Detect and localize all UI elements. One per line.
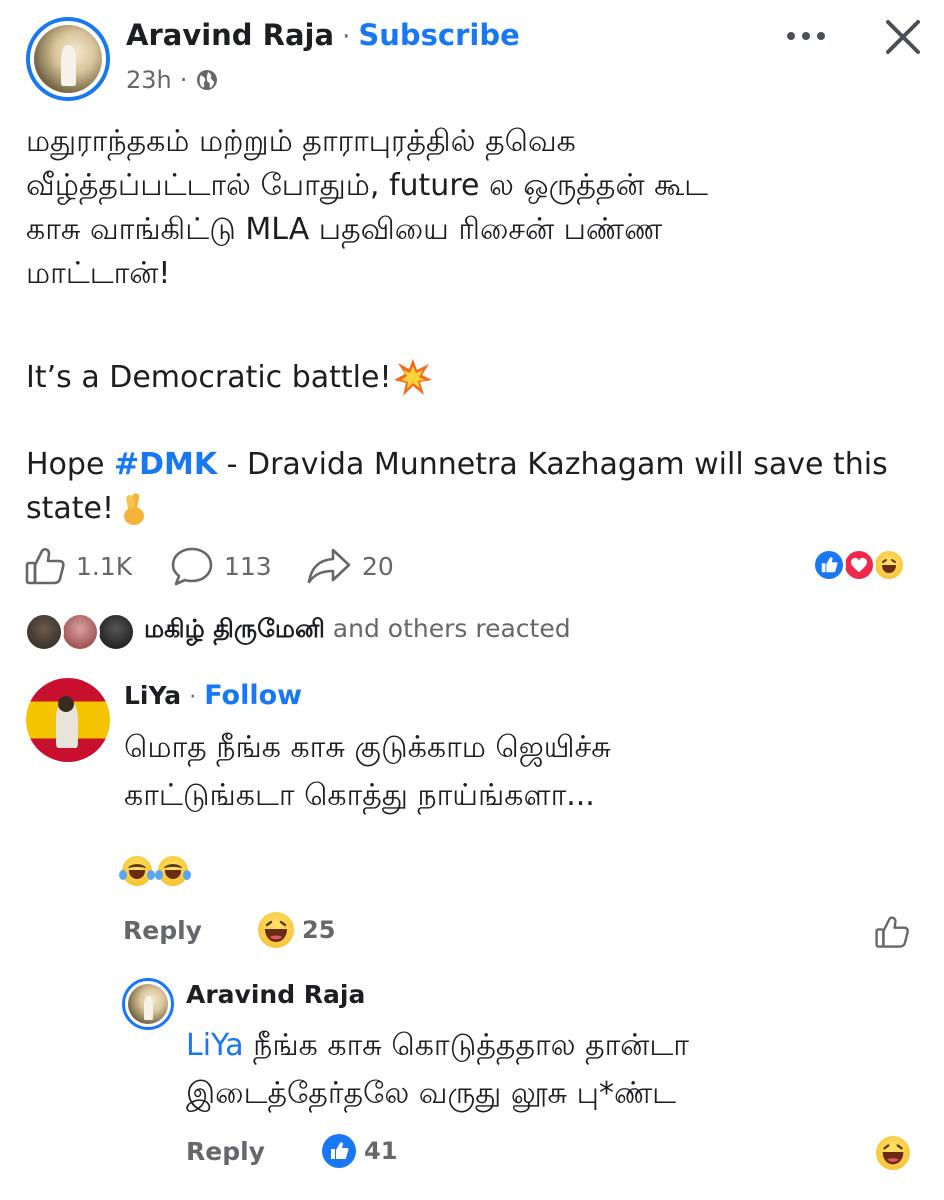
post-time[interactable]: 23h	[126, 66, 172, 94]
reactor-avatar	[24, 612, 64, 652]
post-line-1: மதுராந்தகம் மற்றும் தாராபுரத்தில் தவெக	[26, 124, 576, 159]
tears-of-joy-icon	[155, 856, 191, 886]
reaction-summary[interactable]	[812, 546, 922, 586]
reply-line-1: நீங்க காசு கொடுத்ததால தான்டா	[243, 1028, 689, 1063]
post-text: மதுராந்தகம் மற்றும் தாராபுரத்தில் தவெக வ…	[26, 120, 906, 296]
header-separator: ·	[342, 22, 351, 52]
like-reaction-icon	[322, 1134, 356, 1168]
reply-author-avatar[interactable]	[122, 978, 174, 1030]
hope-line-2: state!	[26, 491, 115, 526]
comment-action[interactable]: 113	[170, 546, 272, 586]
commenter-name[interactable]: LiYa	[124, 681, 181, 710]
crossed-fingers-icon	[118, 491, 150, 527]
reacted-avatars[interactable]	[24, 610, 140, 656]
battle-line: It’s a Democratic battle!	[26, 356, 906, 400]
comment-reaction[interactable]: 25	[258, 912, 335, 948]
reactor-avatar	[60, 612, 100, 652]
reacted-summary[interactable]: மகிழ் திருமேனி and others reacted	[144, 614, 571, 647]
more-options-icon[interactable]	[784, 16, 828, 56]
follow-button[interactable]: Follow	[204, 680, 302, 711]
comment-line-2: காட்டுங்கடா கொத்து நாய்ங்களா...	[124, 778, 595, 813]
comment-reply-button[interactable]: Reply	[123, 916, 202, 945]
share-action[interactable]: 20	[306, 546, 394, 586]
post-line-3: காசு வாங்கிட்டு MLA பதவியை ரிசைன் பண்ண	[26, 212, 663, 247]
love-reaction-icon	[842, 548, 876, 582]
reply-reply-button[interactable]: Reply	[186, 1137, 265, 1166]
reactor-avatar	[96, 612, 136, 652]
reply-line-2: இடைத்தேர்தலே வருது லூசு பு*ண்ட	[186, 1076, 677, 1111]
subscribe-button[interactable]: Subscribe	[358, 18, 519, 52]
like-reaction-icon	[812, 548, 846, 582]
close-icon[interactable]	[884, 18, 922, 56]
reply-react-haha-icon[interactable]	[876, 1136, 910, 1170]
battle-text: It’s a Democratic battle!	[26, 360, 392, 395]
hope-line: Hope #DMK - Dravida Munnetra Kazhagam wi…	[26, 443, 906, 531]
comment-line-1: மொத நீங்க காசு குடுக்காம ஜெயிச்சு	[124, 730, 611, 765]
collision-emoji-icon	[393, 358, 433, 398]
author-avatar[interactable]	[26, 17, 110, 101]
hashtag-link[interactable]: #DMK	[114, 447, 217, 482]
reply-reaction-count: 41	[364, 1137, 398, 1165]
haha-reaction-icon	[872, 548, 906, 582]
reply-reaction[interactable]: 41	[322, 1134, 397, 1168]
post-line-2: வீழ்த்தப்பட்டால் போதும், future ல ஒருத்த…	[26, 168, 709, 203]
like-action[interactable]: 1.1K	[24, 546, 132, 586]
author-name[interactable]: Aravind Raja	[126, 18, 334, 52]
reacted-rest: and others reacted	[324, 614, 571, 643]
comment-header: LiYa · Follow	[124, 680, 302, 711]
post-meta: 23h ·	[126, 66, 219, 94]
haha-reaction-icon	[258, 912, 294, 948]
reply-author-name[interactable]: Aravind Raja	[186, 980, 365, 1009]
share-icon	[306, 546, 352, 586]
reactor-name[interactable]: மகிழ் திருமேனி	[144, 614, 325, 643]
post-header-line: Aravind Raja · Subscribe	[126, 18, 520, 52]
comment-text: மொத நீங்க காசு குடுக்காம ஜெயிச்சு காட்டு…	[124, 724, 611, 820]
share-count: 20	[362, 551, 394, 581]
hope-prefix: Hope	[26, 447, 114, 482]
comment-separator: ·	[189, 685, 197, 710]
like-icon	[24, 546, 66, 586]
comment-reaction-count: 25	[302, 916, 336, 944]
comment-like-icon[interactable]	[874, 914, 910, 950]
globe-icon	[195, 68, 219, 92]
hope-rest: - Dravida Munnetra Kazhagam will save th…	[217, 447, 888, 482]
mention-link[interactable]: LiYa	[186, 1028, 244, 1063]
comment-count: 113	[224, 551, 272, 581]
like-count: 1.1K	[76, 551, 133, 581]
comment-icon	[170, 546, 214, 586]
commenter-avatar[interactable]	[26, 678, 110, 762]
tears-of-joy-icon	[119, 856, 155, 886]
laugh-emojis	[119, 856, 198, 890]
post-line-4: மாட்டான்!	[26, 256, 171, 291]
reply-text: LiYa நீங்க காசு கொடுத்ததால தான்டா இடைத்த…	[186, 1022, 689, 1118]
meta-separator: ·	[179, 66, 188, 94]
